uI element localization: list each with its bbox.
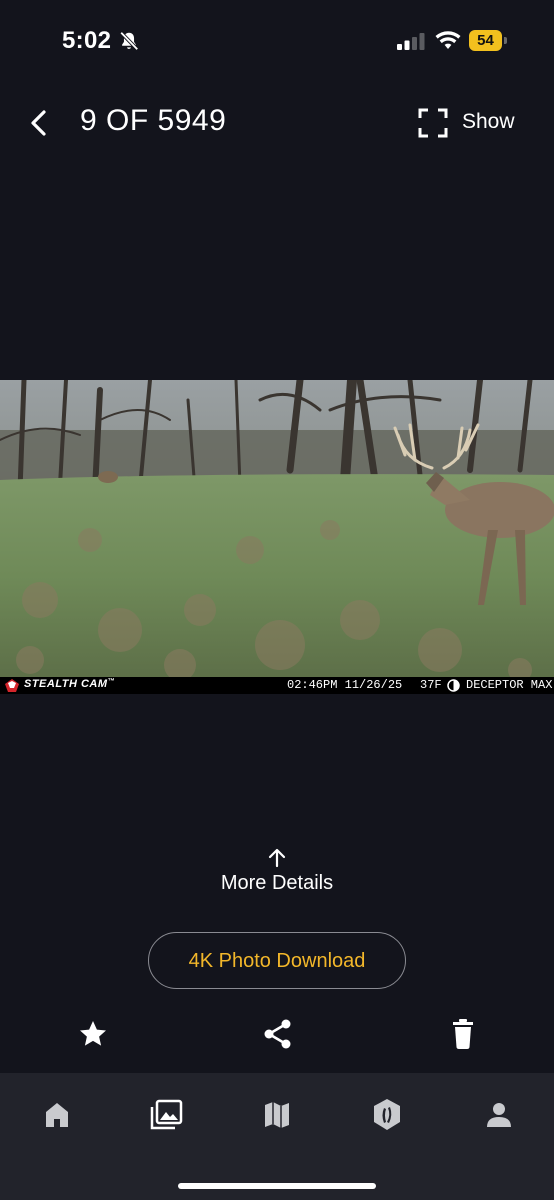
gallery-icon bbox=[150, 1099, 183, 1130]
temperature: 37F bbox=[420, 678, 442, 692]
download-4k-button[interactable]: 4K Photo Download bbox=[148, 932, 406, 989]
camera-info-bar: STEALTH CAM™ 02:46PM 11/26/25 37F DECEPT… bbox=[0, 677, 554, 694]
home-indicator bbox=[178, 1183, 376, 1189]
bottom-navigation bbox=[0, 1073, 554, 1200]
nav-home[interactable] bbox=[39, 1097, 75, 1133]
delete-button[interactable] bbox=[448, 1018, 478, 1050]
battery-level: 54 bbox=[469, 30, 502, 51]
wifi-icon bbox=[435, 31, 461, 49]
fullscreen-icon bbox=[418, 108, 448, 138]
chevron-left-icon bbox=[31, 110, 46, 136]
nav-profile[interactable] bbox=[481, 1097, 517, 1133]
back-button[interactable] bbox=[26, 106, 54, 140]
arrow-up-icon bbox=[268, 848, 286, 868]
camera-logo-icon bbox=[5, 679, 19, 692]
photo-image bbox=[0, 380, 554, 678]
camera-model: DECEPTOR MAX bbox=[466, 678, 553, 692]
trash-icon bbox=[453, 1019, 473, 1049]
bell-slash-icon bbox=[119, 31, 139, 51]
share-icon bbox=[264, 1019, 291, 1049]
more-details-label: More Details bbox=[220, 872, 334, 894]
favorite-button[interactable] bbox=[78, 1018, 108, 1050]
home-icon bbox=[46, 1103, 68, 1127]
map-icon bbox=[265, 1102, 289, 1128]
moon-phase-icon bbox=[447, 679, 460, 692]
photo-counter: 9 OF 5949 bbox=[80, 104, 227, 137]
nav-map[interactable] bbox=[259, 1097, 295, 1133]
status-time: 5:02 bbox=[62, 27, 112, 54]
cellular-signal-icon bbox=[397, 33, 425, 50]
star-icon bbox=[80, 1021, 106, 1046]
hunt-badge-icon bbox=[374, 1099, 400, 1130]
more-details-button[interactable]: More Details bbox=[177, 848, 377, 898]
capture-timestamp: 02:46PM 11/26/25 bbox=[287, 678, 403, 692]
show-label: Show bbox=[462, 110, 515, 133]
share-button[interactable] bbox=[263, 1018, 293, 1050]
nav-hunt[interactable] bbox=[369, 1097, 405, 1133]
battery-icon: 54 bbox=[469, 30, 507, 51]
nav-gallery[interactable] bbox=[148, 1097, 184, 1133]
show-fullscreen-button[interactable]: Show bbox=[418, 106, 528, 140]
status-bar: 5:02 54 bbox=[0, 0, 554, 82]
trail-camera-photo[interactable] bbox=[0, 380, 554, 678]
user-icon bbox=[487, 1103, 511, 1127]
camera-brand: STEALTH CAM™ bbox=[24, 678, 116, 690]
